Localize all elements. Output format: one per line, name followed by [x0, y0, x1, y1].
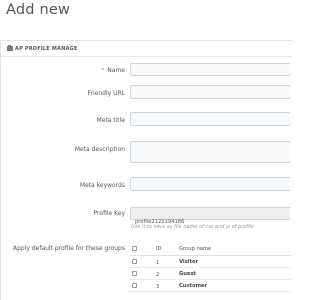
name-label: * Name [101, 67, 125, 74]
profile-key-label: Profile Key [93, 210, 125, 217]
gear-icon [7, 45, 13, 51]
select-all-checkbox[interactable] [132, 246, 137, 251]
panel-title: AP PROFILE MANAGE [15, 45, 78, 52]
group-checkbox-guest[interactable] [132, 271, 137, 276]
groups-table: ID Group name 1 Visitor 2 Guest 3 Custom… [129, 242, 291, 292]
group-checkbox-visitor[interactable] [132, 259, 137, 264]
group-id: 2 [156, 272, 160, 278]
friendly-url-label: Friendly URL [87, 90, 125, 97]
table-header-row: ID Group name [129, 242, 291, 256]
meta-title-input[interactable] [130, 112, 290, 126]
group-id: 3 [156, 284, 160, 290]
column-header-group-name: Group name [179, 246, 212, 252]
meta-keywords-input[interactable] [130, 177, 290, 191]
meta-title-label: Meta title [96, 117, 125, 124]
name-input[interactable] [130, 63, 290, 76]
meta-description-label: Meta description [74, 146, 125, 153]
group-name: Customer [179, 283, 208, 289]
table-row: 1 Visitor [129, 256, 291, 268]
friendly-url-input[interactable] [130, 85, 290, 99]
group-id: 1 [156, 260, 160, 266]
profile-key-input: profile2121194186 [130, 207, 290, 225]
group-name: Visitor [179, 259, 199, 265]
column-header-id: ID [156, 246, 162, 252]
group-checkbox-customer[interactable] [132, 283, 137, 288]
meta-description-textarea[interactable] [130, 141, 290, 163]
table-row: 3 Customer [129, 280, 291, 292]
group-name: Guest [179, 271, 197, 277]
required-mark: * [101, 67, 105, 74]
meta-keywords-label: Meta keywords [79, 182, 125, 189]
panel-heading: AP PROFILE MANAGE [1, 41, 292, 57]
profile-key-help: Use it to save as file name of css and j… [131, 224, 255, 230]
groups-label: Apply default profile for these groups [12, 245, 125, 252]
page-title: Add new [6, 2, 71, 18]
table-row: 2 Guest [129, 268, 291, 280]
